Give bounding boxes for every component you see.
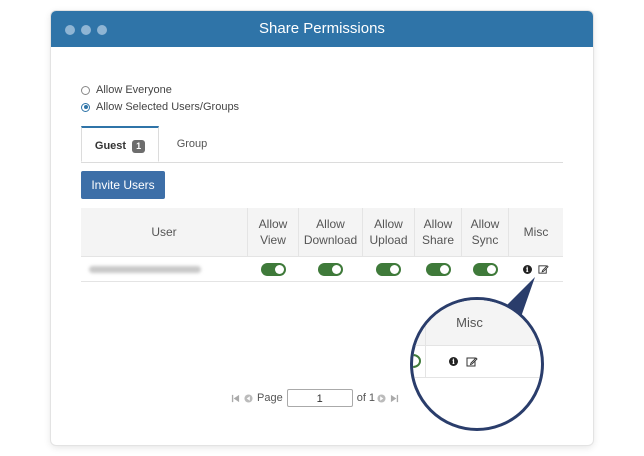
allow-everyone-label: Allow Everyone [96, 84, 172, 96]
allow-selected-radio[interactable] [81, 102, 90, 112]
first-page-icon[interactable] [231, 394, 240, 403]
share-cell [414, 256, 462, 282]
allow-everyone-radio[interactable] [81, 85, 90, 95]
tab-bar: Guest 1 Group [81, 126, 563, 163]
zoom-info-icon: i [449, 357, 458, 366]
header-misc: Misc [508, 208, 563, 257]
zoom-misc-header: Misc [456, 315, 483, 330]
tab-guest[interactable]: Guest 1 [81, 126, 159, 162]
user-cell [81, 256, 248, 282]
header-allow-sync: Allow Sync [461, 208, 509, 257]
edit-icon[interactable] [538, 264, 549, 275]
header-allow-share: Allow Share [414, 208, 462, 257]
allow-view-toggle[interactable] [260, 263, 286, 277]
zoom-row-divider [413, 377, 541, 378]
zoom-toggle-edge [413, 354, 421, 368]
header-allow-download: Allow Download [298, 208, 363, 257]
tab-group-label: Group [176, 138, 208, 150]
header-user: User [81, 208, 248, 257]
pagination: Page 1 of 1 [231, 388, 403, 408]
allow-everyone-option[interactable]: Allow Everyone [81, 84, 172, 96]
download-cell [298, 256, 363, 282]
tab-group[interactable]: Group [167, 126, 217, 162]
title-bar: Share Permissions [51, 11, 593, 47]
share-permissions-window: Share Permissions Allow Everyone Allow S… [51, 11, 593, 445]
last-page-icon[interactable] [390, 394, 399, 403]
page-label: Page [257, 392, 283, 404]
invite-users-button[interactable]: Invite Users [81, 171, 165, 199]
next-page-icon[interactable] [377, 393, 386, 403]
view-cell [247, 256, 299, 282]
zoom-edit-icon [466, 357, 478, 367]
header-allow-view: Allow View [247, 208, 299, 257]
header-allow-upload: Allow Upload [362, 208, 415, 257]
guest-count-badge: 1 [132, 140, 146, 153]
upload-cell [362, 256, 415, 282]
allow-selected-label: Allow Selected Users/Groups [96, 101, 240, 113]
info-icon[interactable]: i [522, 265, 532, 275]
redacted-user-email [89, 266, 201, 273]
page-total-label: of 1 [356, 392, 376, 404]
allow-selected-option[interactable]: Allow Selected Users/Groups [81, 101, 239, 113]
prev-page-icon[interactable] [244, 393, 253, 403]
allow-upload-toggle[interactable] [376, 263, 401, 277]
allow-share-toggle[interactable] [425, 263, 451, 277]
allow-download-toggle[interactable] [318, 263, 343, 277]
tab-guest-label: Guest [94, 140, 127, 152]
page-number-input[interactable]: 1 [286, 389, 353, 407]
zoom-magnifier: Misc i [410, 297, 544, 431]
permissions-table: User Allow View Allow Download Allow Upl… [81, 208, 563, 282]
window-title: Share Permissions [259, 20, 385, 37]
